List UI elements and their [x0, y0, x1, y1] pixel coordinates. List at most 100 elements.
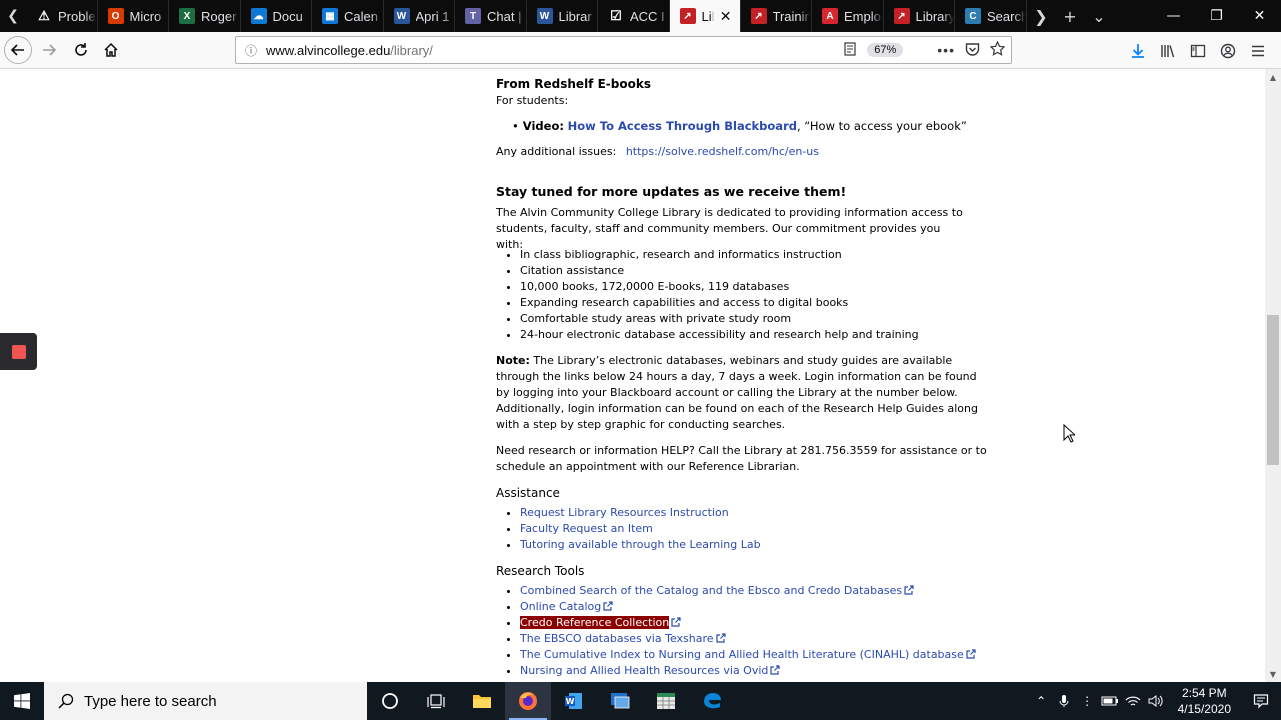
firefox-icon — [519, 692, 537, 710]
start-button[interactable] — [0, 682, 44, 720]
browser-tab[interactable]: W Librar — [527, 0, 598, 32]
external-link-icon — [966, 649, 976, 659]
video-suffix: , “How to access your ebook” — [796, 119, 967, 133]
windows-logo-icon — [14, 693, 30, 709]
tab-scroll-left-button[interactable]: ❮ — [0, 0, 26, 32]
microphone-icon[interactable] — [1053, 694, 1076, 708]
pdf-icon: ↗ — [679, 8, 696, 24]
browser-tab[interactable]: X Roger — [169, 0, 241, 32]
scroll-down-arrow-icon[interactable]: ▼ — [1265, 666, 1281, 682]
screen-recorder-button[interactable] — [0, 333, 37, 370]
browser-tab[interactable]: ⚠ Proble — [26, 0, 98, 32]
research-tool-link[interactable]: Online Catalog — [520, 600, 601, 613]
tab-label: ACC I — [630, 8, 665, 24]
clock-date: 4/15/2020 — [1177, 702, 1231, 716]
account-icon[interactable] — [1213, 43, 1243, 59]
tab-scroll-right-button[interactable]: ❯ — [1027, 0, 1056, 32]
additional-issues-line: Any additional issues: https://solve.red… — [496, 144, 819, 160]
redshelf-support-link[interactable]: https://solve.redshelf.com/hc/en-us — [626, 145, 819, 158]
forward-button[interactable] — [34, 35, 64, 65]
browser-tab[interactable]: ☑ ACC I — [598, 0, 670, 32]
browser-tab[interactable]: ▦ Calen — [312, 0, 384, 32]
feature-list-item: In class bibliographic, research and inf… — [520, 247, 919, 263]
list-all-tabs-button[interactable]: ⌄ — [1085, 0, 1114, 32]
page-viewport: From Redshelf E-books For students: • Vid… — [0, 69, 1265, 682]
reload-button[interactable] — [66, 35, 96, 65]
video-label: Video: — [522, 119, 564, 133]
browser-tab[interactable]: T Chat | — [455, 0, 527, 32]
new-tab-button[interactable]: + — [1056, 0, 1085, 32]
help-paragraph: Need research or information HELP? Call … — [496, 444, 987, 473]
browser-tab[interactable]: A Emplo — [812, 0, 884, 32]
warning-icon: ⚠ — [38, 8, 50, 23]
app-taskbar-button[interactable] — [597, 682, 643, 720]
library-icon[interactable] — [1153, 43, 1183, 59]
url-host: www.alvincollege.edu — [266, 42, 391, 58]
site-info-icon[interactable]: ⓘ — [236, 42, 266, 59]
wifi-icon[interactable] — [1122, 694, 1145, 708]
research-tool-link[interactable]: The Cumulative Index to Nursing and Alli… — [520, 648, 964, 661]
external-link-icon — [603, 601, 613, 611]
page-actions-icon[interactable]: ••• — [937, 42, 955, 58]
browser-tab[interactable]: ↗ Trainir — [741, 0, 812, 32]
vertical-scrollbar[interactable]: ▲ ▼ — [1265, 69, 1281, 682]
url-path: /library/ — [390, 42, 433, 58]
assistance-link[interactable]: Request Library Resources Instruction — [520, 506, 729, 519]
scroll-up-arrow-icon[interactable]: ▲ — [1265, 69, 1281, 85]
tab-label: Docu — [272, 8, 303, 24]
navigation-toolbar: ⓘ www.alvincollege.edu/library/ 67% ••• — [0, 32, 1281, 69]
word-icon: W — [393, 8, 410, 24]
calendar-icon: ▦ — [322, 8, 338, 24]
more-tray-icon[interactable]: ⋮ — [1076, 694, 1099, 708]
edge-taskbar-button[interactable] — [689, 682, 735, 720]
research-tool-link[interactable]: The EBSCO databases via Texshare — [520, 632, 714, 645]
task-view-button[interactable] — [413, 682, 459, 720]
sidebar-icon[interactable] — [1183, 43, 1213, 59]
browser-tab[interactable]: W Apri 1 — [384, 0, 455, 32]
taskbar-search-box[interactable]: Type here to search — [44, 682, 367, 720]
external-link-icon — [671, 617, 681, 627]
browser-tab[interactable]: C Search — [955, 0, 1027, 32]
tab-label: Apri 1 — [415, 8, 450, 24]
action-center-button[interactable] — [1241, 693, 1281, 709]
zoom-level-button[interactable]: 67% — [867, 43, 904, 57]
research-tool-link[interactable]: Combined Search of the Catalog and the E… — [520, 584, 902, 597]
app2-taskbar-button[interactable] — [643, 682, 689, 720]
additional-issues-label: Any additional issues: — [496, 145, 617, 158]
back-button[interactable] — [4, 36, 32, 64]
taskbar-clock[interactable]: 2:54 PM 4/15/2020 — [1168, 685, 1241, 717]
video-link[interactable]: How To Access Through Blackboard — [568, 119, 797, 133]
research-tool-link[interactable]: Credo Reference Collection — [520, 616, 670, 629]
cortana-button[interactable] — [367, 682, 413, 720]
battery-icon[interactable] — [1099, 695, 1122, 707]
pocket-icon[interactable] — [965, 42, 980, 59]
system-tray: ⌃ ⋮ 2:54 PM 4/15/2020 — [1030, 682, 1281, 720]
scrollbar-thumb[interactable] — [1267, 315, 1279, 465]
hamburger-menu-icon[interactable] — [1243, 43, 1273, 59]
for-students-label: For students: — [496, 94, 569, 107]
research-tools-list: Combined Search of the Catalog and the E… — [520, 583, 976, 679]
file-explorer-button[interactable] — [459, 682, 505, 720]
home-button[interactable] — [96, 35, 126, 65]
firefox-taskbar-button[interactable] — [505, 682, 551, 720]
url-bar[interactable]: ⓘ www.alvincollege.edu/library/ 67% ••• — [235, 36, 1012, 64]
word-taskbar-button[interactable]: W — [551, 682, 597, 720]
assistance-link[interactable]: Tutoring available through the Learning … — [520, 538, 761, 551]
browser-tab[interactable]: O Micro — [98, 0, 169, 32]
browser-tab[interactable]: ↗ Library — [884, 0, 955, 32]
reload-icon — [75, 43, 87, 56]
research-tool-link[interactable]: Nursing and Allied Health Resources via … — [520, 664, 768, 677]
close-tab-icon[interactable]: ✕ — [720, 8, 732, 25]
restore-button[interactable]: ❐ — [1195, 0, 1238, 32]
reader-view-icon[interactable] — [843, 41, 857, 59]
browser-tab[interactable]: ☁ Docu — [241, 0, 312, 32]
assistance-link[interactable]: Faculty Request an Item — [520, 522, 653, 535]
show-hidden-icons-icon[interactable]: ⌃ — [1030, 694, 1053, 708]
tab-label: Roger — [201, 8, 237, 24]
close-window-button[interactable]: ✕ — [1238, 0, 1281, 32]
bookmark-star-icon[interactable] — [989, 40, 1006, 59]
minimize-button[interactable]: — — [1152, 0, 1195, 32]
browser-tab[interactable]: ↗ Lib ✕ — [669, 0, 741, 32]
downloads-icon[interactable] — [1123, 43, 1153, 59]
volume-icon[interactable] — [1145, 694, 1168, 708]
